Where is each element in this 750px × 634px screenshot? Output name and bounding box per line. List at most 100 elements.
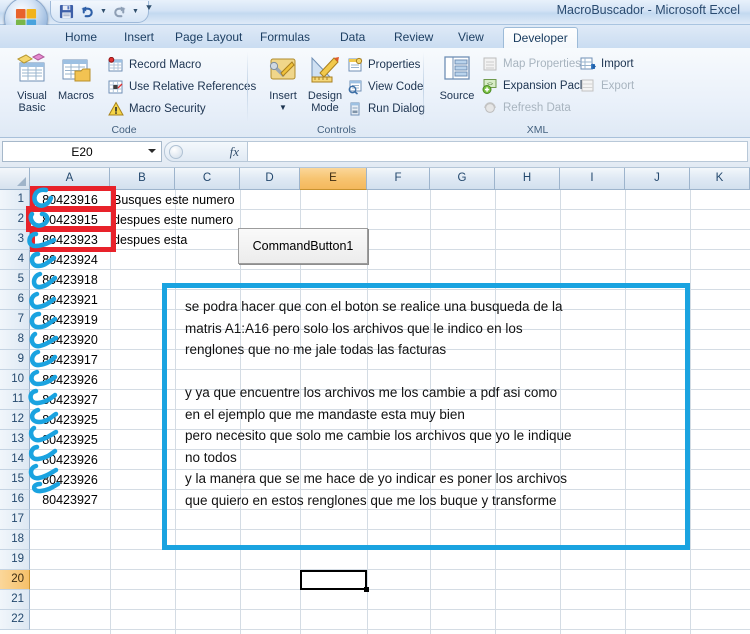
formula-bar: E20 fx [0, 138, 750, 168]
refresh-data-icon [484, 101, 496, 113]
run-dialog-item[interactable]: Run Dialog [347, 98, 425, 119]
insert-function-icon[interactable]: fx [230, 144, 239, 160]
column-header-i[interactable]: I [560, 168, 625, 190]
design-mode-button[interactable]: Design Mode [299, 51, 351, 114]
tab-page-layout[interactable]: Page Layout [166, 27, 251, 49]
row-header-16[interactable]: 16 [0, 490, 30, 510]
undo-dropdown-arrow[interactable]: ▼ [99, 3, 108, 21]
gridline-h [30, 569, 750, 570]
xml-source-button[interactable]: Source [431, 51, 483, 102]
row-header-14[interactable]: 14 [0, 450, 30, 470]
gridline-h [30, 629, 750, 630]
redo-icon [114, 6, 126, 18]
row-header-4[interactable]: 4 [0, 250, 30, 270]
tab-formulas[interactable]: Formulas [251, 27, 319, 49]
cell-A14[interactable]: 80423926 [32, 450, 108, 470]
cell-A12[interactable]: 80423925 [32, 410, 108, 430]
export-item[interactable]: Export [580, 75, 634, 96]
row-header-22[interactable]: 22 [0, 610, 30, 630]
cell-A8[interactable]: 80423920 [32, 330, 108, 350]
column-header-k[interactable]: K [690, 168, 750, 190]
cell-A15[interactable]: 80423926 [32, 470, 108, 490]
ribbon-group-code: Visual Basic Macros Record Macro Use Rel… [0, 48, 256, 138]
row-header-7[interactable]: 7 [0, 310, 30, 330]
gridline-h [30, 609, 750, 610]
record-macro-label: Record Macro [129, 58, 202, 71]
cell-B1[interactable]: Busques este numero [113, 190, 235, 210]
row-header-10[interactable]: 10 [0, 370, 30, 390]
cell-A6[interactable]: 80423921 [32, 290, 108, 310]
tab-data[interactable]: Data [331, 27, 374, 49]
cell-A16[interactable]: 80423927 [32, 490, 108, 510]
view-code-icon [348, 80, 362, 95]
tab-review[interactable]: Review [385, 27, 442, 49]
row-header-19[interactable]: 19 [0, 550, 30, 570]
cell-A7[interactable]: 80423919 [32, 310, 108, 330]
map-properties-item[interactable]: Map Properties [482, 53, 581, 74]
row-header-13[interactable]: 13 [0, 430, 30, 450]
name-box-dropdown-icon[interactable] [148, 149, 156, 153]
ribbon-tabstrip: Home Insert Page Layout Formulas Data Re… [0, 25, 750, 49]
undo-button[interactable] [78, 2, 97, 21]
fx-button-dot[interactable] [169, 145, 183, 159]
macros-button[interactable]: Macros [50, 51, 102, 102]
row-header-15[interactable]: 15 [0, 470, 30, 490]
import-item[interactable]: Import [580, 53, 634, 74]
cell-A5[interactable]: 80423918 [32, 270, 108, 290]
properties-item[interactable]: Properties [347, 54, 420, 75]
map-properties-label: Map Properties [503, 57, 581, 70]
cell-A11[interactable]: 80423927 [32, 390, 108, 410]
row-header-6[interactable]: 6 [0, 290, 30, 310]
tab-view[interactable]: View [449, 27, 493, 49]
formula-input[interactable] [248, 141, 748, 162]
view-code-item[interactable]: View Code [347, 76, 423, 97]
name-box[interactable]: E20 [2, 141, 162, 162]
tab-developer[interactable]: Developer [503, 27, 578, 49]
row-header-8[interactable]: 8 [0, 330, 30, 350]
tab-home[interactable]: Home [56, 27, 106, 49]
row-header-20[interactable]: 20 [0, 570, 30, 590]
expansion-packs-item[interactable]: <> Expansion Packs [482, 75, 591, 96]
column-header-f[interactable]: F [367, 168, 430, 190]
record-macro-item[interactable]: Record Macro [108, 54, 201, 75]
refresh-data-item[interactable]: Refresh Data [482, 97, 571, 118]
cell-B3[interactable]: despues esta [113, 230, 187, 250]
record-macro-icon [108, 56, 123, 71]
column-header-h[interactable]: H [495, 168, 560, 190]
cell-A13[interactable]: 80423925 [32, 430, 108, 450]
group-separator-controls [423, 52, 424, 122]
gridline-v [110, 190, 111, 634]
row-header-18[interactable]: 18 [0, 530, 30, 550]
command-button-1[interactable]: CommandButton1 [238, 228, 368, 264]
refresh-data-label: Refresh Data [503, 101, 571, 114]
column-header-e[interactable]: E [300, 168, 367, 190]
selected-cell-e20[interactable] [300, 570, 369, 592]
row-header-11[interactable]: 11 [0, 390, 30, 410]
column-header-j[interactable]: J [625, 168, 690, 190]
column-header-c[interactable]: C [175, 168, 240, 190]
tab-insert[interactable]: Insert [115, 27, 163, 49]
cell-A10[interactable]: 80423926 [32, 370, 108, 390]
blue-note-text: se podra hacer que con el boton se reali… [185, 299, 572, 508]
redo-dropdown-arrow[interactable]: ▼ [131, 3, 140, 21]
export-label: Export [601, 79, 635, 92]
row-header-12[interactable]: 12 [0, 410, 30, 430]
cell-A4[interactable]: 80423924 [32, 250, 108, 270]
cell-B2[interactable]: despues este numero [113, 210, 233, 230]
cell-A9[interactable]: 80423917 [32, 350, 108, 370]
customize-qat-button[interactable]: ⯆ [145, 3, 153, 14]
column-header-b[interactable]: B [110, 168, 175, 190]
title-bar: ▼ ▼ ⯆ MacroBuscador - Microsoft Excel [0, 0, 750, 41]
properties-icon [348, 57, 363, 71]
row-header-5[interactable]: 5 [0, 270, 30, 290]
column-header-d[interactable]: D [240, 168, 300, 190]
macro-security-item[interactable]: Macro Security [108, 98, 206, 119]
row-header-17[interactable]: 17 [0, 510, 30, 530]
save-button[interactable] [57, 2, 76, 21]
row-header-3[interactable]: 3 [0, 230, 30, 250]
redo-button[interactable] [110, 2, 129, 21]
column-header-g[interactable]: G [430, 168, 495, 190]
row-header-9[interactable]: 9 [0, 350, 30, 370]
use-relative-references-item[interactable]: Use Relative References [108, 76, 256, 97]
row-header-21[interactable]: 21 [0, 590, 30, 610]
